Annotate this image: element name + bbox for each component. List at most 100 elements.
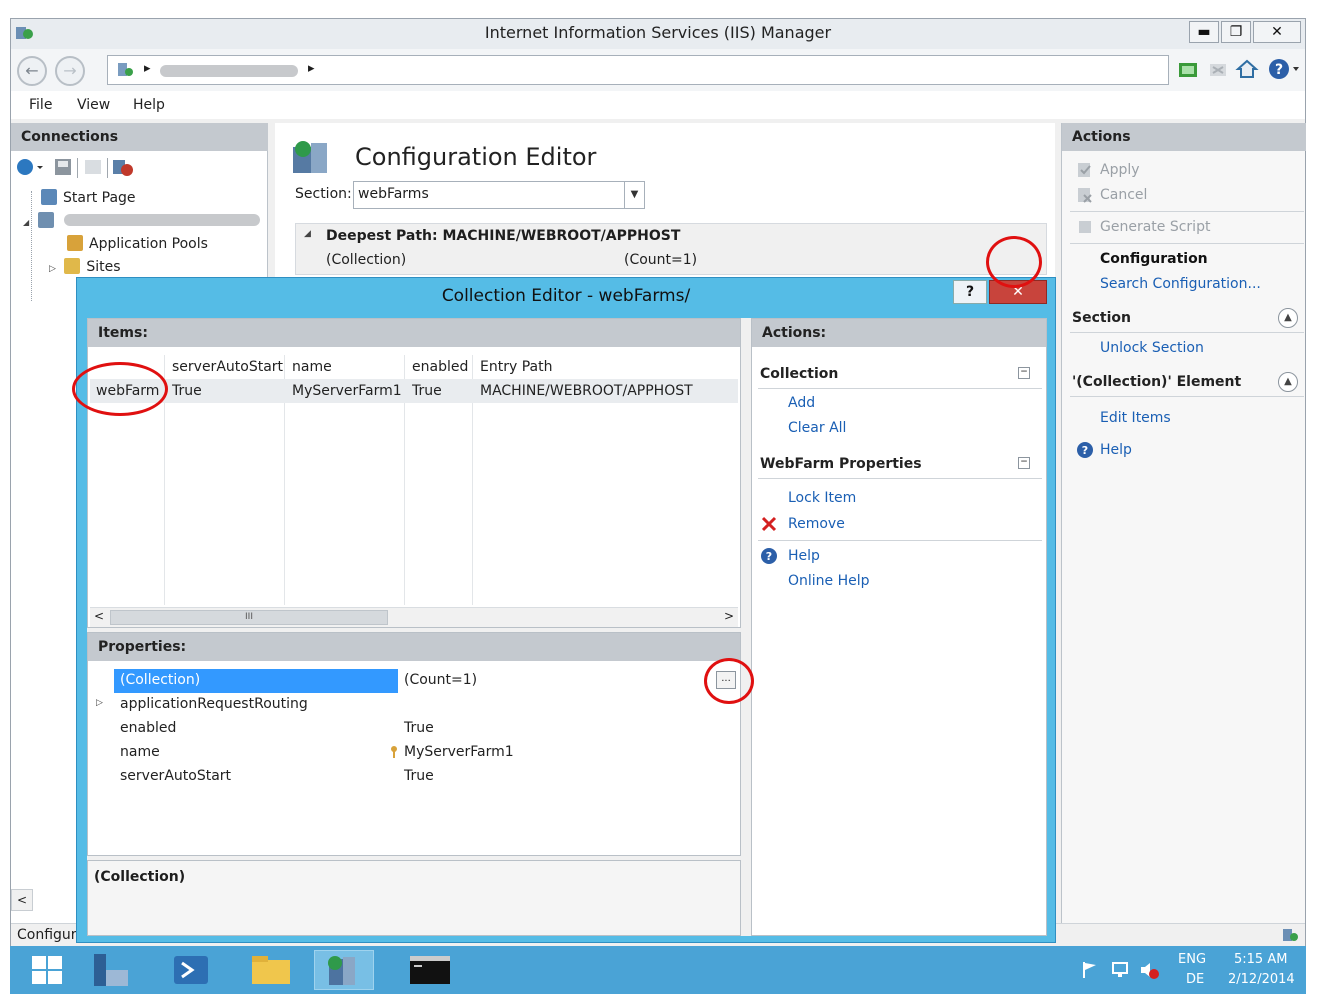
add-link[interactable]: Add bbox=[788, 395, 815, 411]
collection-property-value[interactable]: (Count=1) bbox=[624, 252, 697, 268]
column-header-enabled[interactable]: enabled bbox=[412, 359, 468, 375]
deepest-path-header: Deepest Path: MACHINE/WEBROOT/APPHOST bbox=[326, 228, 681, 244]
menu-view[interactable]: View bbox=[77, 97, 110, 113]
collapse-triangle-icon[interactable]: ◢ bbox=[304, 229, 311, 239]
speaker-muted-icon[interactable] bbox=[1138, 960, 1160, 980]
property-row-serverautostart[interactable]: serverAutoStart True bbox=[88, 765, 740, 789]
property-row-name[interactable]: name MyServerFarm1 bbox=[88, 741, 740, 765]
property-name: applicationRequestRouting bbox=[120, 696, 308, 712]
dialog-title: Collection Editor - webFarms/ bbox=[441, 286, 691, 306]
taskbar-file-explorer[interactable] bbox=[242, 950, 302, 990]
table-row[interactable]: webFarm True MyServerFarm1 True MACHINE/… bbox=[90, 379, 738, 403]
clear-all-link[interactable]: Clear All bbox=[788, 420, 846, 436]
server-status-icon bbox=[1281, 927, 1299, 943]
property-row-collection[interactable]: (Collection) (Count=1) ... bbox=[88, 669, 740, 693]
stop-icon[interactable] bbox=[1207, 59, 1229, 81]
column-header-serverautostart[interactable]: serverAutoStart bbox=[172, 359, 283, 375]
generate-script-action[interactable]: Generate Script bbox=[1100, 219, 1210, 235]
unlock-section-link[interactable]: Unlock Section bbox=[1100, 340, 1204, 356]
row-enabled-cell: True bbox=[412, 383, 442, 399]
keyboard-layout[interactable]: DE bbox=[1186, 972, 1204, 987]
row-entry-path-cell: MACHINE/WEBROOT/APPHOST bbox=[480, 383, 693, 399]
chevron-up-icon[interactable]: ▲ bbox=[1278, 372, 1298, 392]
clock-date[interactable]: 2/12/2014 bbox=[1228, 972, 1295, 987]
help-dropdown-icon[interactable]: ? bbox=[1267, 57, 1301, 81]
window-title: Internet Information Services (IIS) Mana… bbox=[484, 23, 832, 42]
remove-link[interactable]: Remove bbox=[788, 516, 845, 532]
taskbar-command-prompt[interactable] bbox=[402, 950, 462, 990]
chevron-down-icon[interactable]: ▼ bbox=[624, 182, 644, 208]
property-row-application-request-routing[interactable]: ▷ applicationRequestRouting bbox=[88, 693, 740, 717]
edit-items-link[interactable]: Edit Items bbox=[1100, 410, 1171, 426]
scroll-thumb[interactable]: III bbox=[110, 610, 388, 625]
expander-closed-icon[interactable]: ▷ bbox=[49, 264, 56, 274]
column-header-name[interactable]: name bbox=[292, 359, 332, 375]
svg-text:?: ? bbox=[1082, 444, 1088, 457]
connect-icon[interactable] bbox=[1177, 59, 1199, 81]
online-help-link[interactable]: Online Help bbox=[788, 573, 870, 589]
tree-item-application-pools[interactable]: Application Pools bbox=[67, 235, 208, 252]
search-configuration-link[interactable]: Search Configuration... bbox=[1100, 276, 1261, 292]
help-icon: ? bbox=[761, 548, 777, 564]
configuration-editor-icon bbox=[291, 139, 335, 179]
address-separator: ▸ bbox=[144, 61, 151, 76]
tree-item-start-page[interactable]: Start Page bbox=[41, 189, 136, 206]
property-row-enabled[interactable]: enabled True bbox=[88, 717, 740, 741]
flag-icon[interactable] bbox=[1080, 960, 1100, 980]
maximize-button[interactable]: ❐ bbox=[1221, 21, 1251, 43]
cancel-icon bbox=[1078, 188, 1092, 203]
help-link[interactable]: Help bbox=[788, 548, 820, 564]
clock-time[interactable]: 5:15 AM bbox=[1234, 952, 1287, 967]
expander-closed-icon[interactable]: ▷ bbox=[96, 698, 103, 708]
column-header-entry-path[interactable]: Entry Path bbox=[480, 359, 552, 375]
tree-item-sites[interactable]: ▷ Sites bbox=[49, 258, 121, 275]
connections-hscroll-left[interactable]: < bbox=[11, 889, 33, 911]
highlight-circle-webfarm-row bbox=[72, 362, 168, 416]
collapse-icon[interactable]: − bbox=[1018, 457, 1030, 469]
menu-file[interactable]: File bbox=[29, 97, 52, 113]
taskbar-powershell[interactable] bbox=[162, 950, 222, 990]
items-grid: serverAutoStart name enabled Entry Path … bbox=[90, 355, 738, 605]
back-button[interactable]: ← bbox=[17, 56, 47, 86]
highlight-circle-collection-value bbox=[986, 236, 1042, 288]
collapse-icon[interactable]: − bbox=[1018, 367, 1030, 379]
section-group-header[interactable]: Section ▲ bbox=[1070, 303, 1304, 333]
chevron-up-icon[interactable]: ▲ bbox=[1278, 308, 1298, 328]
section-dropdown[interactable]: webFarms ▼ bbox=[353, 181, 645, 209]
scroll-left-button[interactable]: < bbox=[94, 609, 104, 623]
connections-toolbar-icons[interactable] bbox=[15, 155, 165, 181]
dialog-actions-header: Actions: bbox=[752, 319, 1046, 347]
cancel-action[interactable]: Cancel bbox=[1100, 187, 1147, 203]
lock-item-link[interactable]: Lock Item bbox=[788, 490, 856, 506]
collection-element-group-header[interactable]: '(Collection)' Element ▲ bbox=[1070, 367, 1304, 397]
apply-action[interactable]: Apply bbox=[1100, 162, 1140, 178]
dialog-body: Items: serverAutoStart name enabled Entr… bbox=[87, 318, 1047, 936]
close-button[interactable]: ✕ bbox=[1253, 21, 1301, 43]
taskbar-iis-manager[interactable] bbox=[314, 950, 374, 990]
address-separator[interactable]: ▸ bbox=[308, 61, 315, 76]
address-bar[interactable]: ▸ ▸ bbox=[107, 55, 1169, 85]
actions-header: Actions bbox=[1062, 123, 1306, 151]
dialog-help-button[interactable]: ? bbox=[953, 280, 987, 304]
tree-item-server[interactable]: ◢ bbox=[23, 212, 261, 229]
start-button[interactable] bbox=[18, 950, 78, 990]
row-serverautostart-cell: True bbox=[172, 383, 202, 399]
expander-open-icon[interactable]: ◢ bbox=[23, 218, 29, 227]
blurred-server-label bbox=[64, 214, 261, 226]
menu-help[interactable]: Help bbox=[133, 97, 165, 113]
forward-button[interactable]: → bbox=[55, 56, 85, 86]
items-horizontal-scrollbar[interactable]: < III > bbox=[90, 607, 738, 627]
network-icon[interactable] bbox=[1110, 960, 1130, 980]
help-link[interactable]: Help bbox=[1100, 442, 1132, 458]
taskbar-server-manager[interactable] bbox=[82, 950, 142, 990]
webfarm-properties-group-header[interactable]: WebFarm Properties − bbox=[758, 449, 1042, 479]
input-language[interactable]: ENG bbox=[1178, 952, 1206, 967]
command-prompt-icon bbox=[410, 956, 450, 984]
home-icon[interactable] bbox=[1235, 57, 1259, 81]
minimize-button[interactable]: ▬ bbox=[1189, 21, 1219, 43]
configuration-action[interactable]: Configuration bbox=[1100, 251, 1208, 267]
connections-toolbar bbox=[15, 155, 265, 181]
deepest-path-group: ◢ Deepest Path: MACHINE/WEBROOT/APPHOST … bbox=[295, 223, 1047, 275]
scroll-right-button[interactable]: > bbox=[724, 609, 734, 623]
collection-group-header[interactable]: Collection − bbox=[758, 359, 1042, 389]
